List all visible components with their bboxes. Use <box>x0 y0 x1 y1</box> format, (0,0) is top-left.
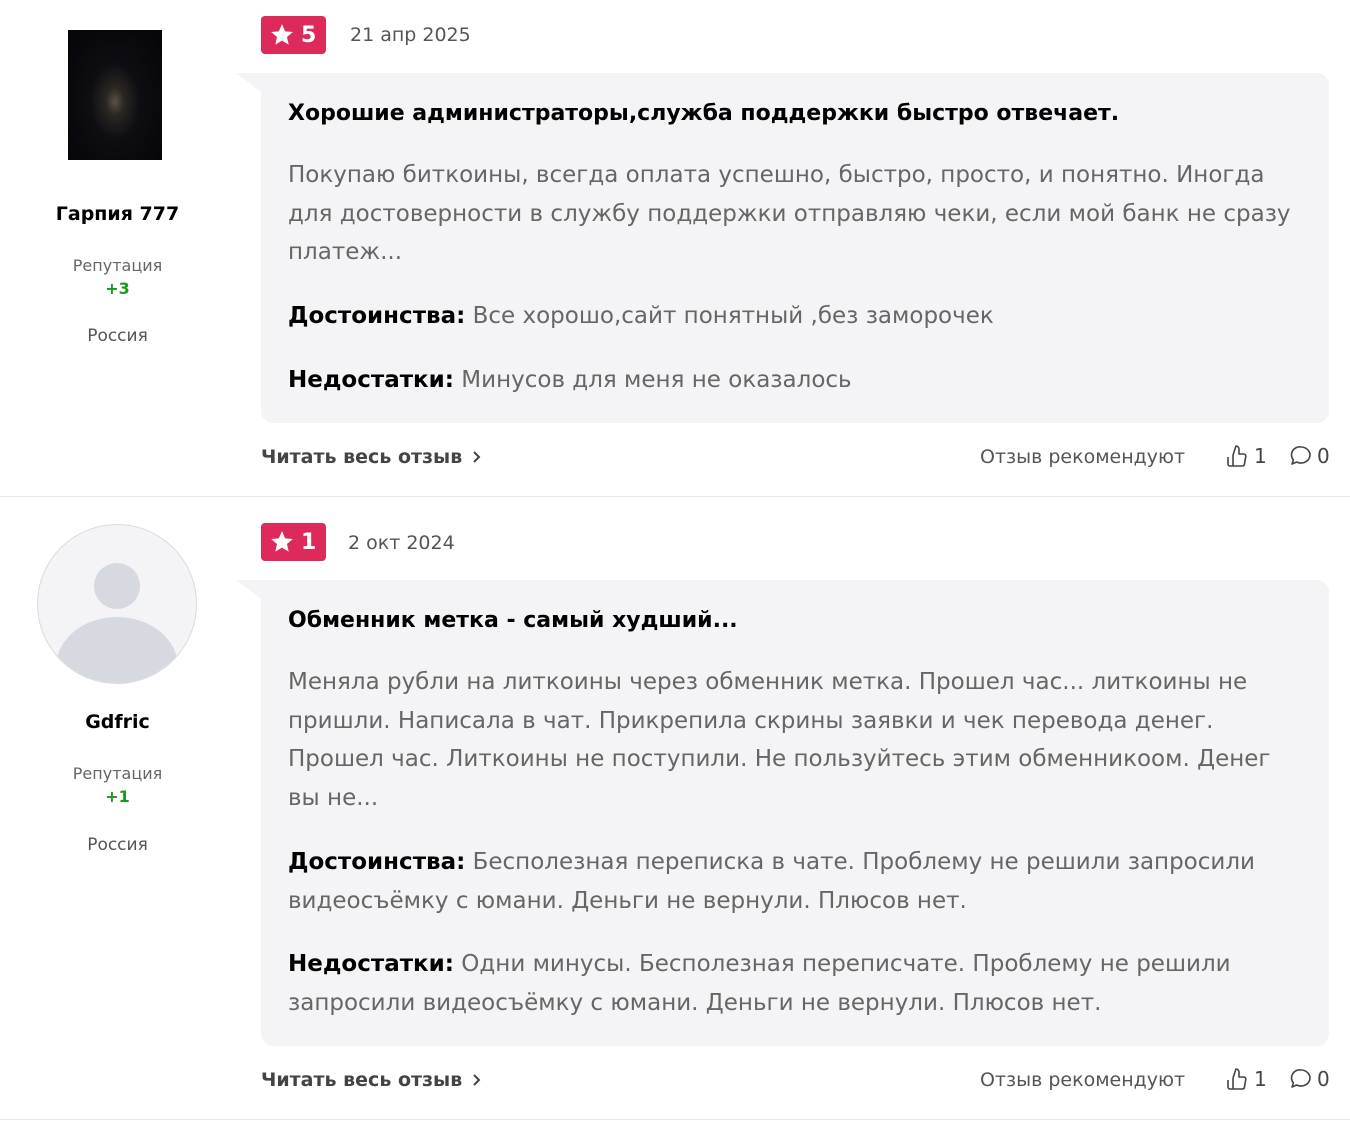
comments-button[interactable]: 0 <box>1289 1067 1330 1091</box>
likes-count: 1 <box>1254 1067 1267 1091</box>
review-title[interactable]: Хорошие администраторы,служба поддержки … <box>288 101 1309 126</box>
review-pros: Достоинства: Бесполезная переписка в чат… <box>288 843 1305 920</box>
avatar[interactable] <box>68 30 162 160</box>
comment-icon <box>1290 446 1311 465</box>
review-cons: Недостатки: Одни минусы. Бесполезная пер… <box>288 945 1305 1022</box>
pros-text: Все хорошо,сайт понятный ,без заморочек <box>472 303 994 329</box>
reputation-value: +1 <box>105 787 130 806</box>
reputation-value: +3 <box>105 279 130 298</box>
review-pros: Достоинства: Все хорошо,сайт понятный ,б… <box>288 297 1305 336</box>
comment-icon <box>1290 1069 1311 1088</box>
cons-text: Минусов для меня не оказалось <box>461 367 852 393</box>
review-cons: Недостатки: Минусов для меня не оказалос… <box>288 361 1305 400</box>
read-more-link[interactable]: Читать весь отзыв <box>261 446 482 468</box>
review-item: Гарпия 777 Репутация +3 Россия 5 21 апр … <box>0 0 1350 497</box>
review-title[interactable]: Обменник метка - самый худший... <box>288 608 1309 633</box>
author-country: Россия <box>87 326 148 346</box>
thumbs-up-icon <box>1227 445 1247 467</box>
review-item: Gdfric Репутация +1 Россия 1 2 окт 2024 … <box>0 497 1350 1120</box>
comments-button[interactable]: 0 <box>1289 444 1330 468</box>
comments-count: 0 <box>1317 1067 1330 1091</box>
cons-label: Недостатки: <box>288 367 454 393</box>
rating-value: 5 <box>301 22 317 48</box>
pros-label: Достоинства: <box>288 303 466 329</box>
thumbs-up-icon <box>1227 1068 1247 1090</box>
recommend-label: Отзыв рекомендуют <box>980 1069 1186 1091</box>
star-icon <box>271 531 293 552</box>
read-more-label: Читать весь отзыв <box>261 1069 463 1091</box>
default-avatar-icon[interactable] <box>37 524 197 684</box>
review-date: 21 апр 2025 <box>350 24 471 46</box>
chevron-right-icon <box>473 451 481 463</box>
author-name[interactable]: Gdfric <box>0 711 235 733</box>
author-name[interactable]: Гарпия 777 <box>0 203 235 225</box>
read-more-link[interactable]: Читать весь отзыв <box>261 1069 482 1091</box>
review-body: Меняла рубли на литкоины через обменник … <box>288 669 1271 811</box>
reputation-label: Репутация <box>72 764 163 783</box>
review-card[interactable]: Обменник метка - самый худший... Меняла … <box>261 580 1329 1046</box>
likes-count: 1 <box>1254 444 1267 468</box>
pros-label: Достоинства: <box>288 849 466 875</box>
chevron-right-icon <box>473 1074 481 1086</box>
author-country: Россия <box>87 835 148 855</box>
like-button[interactable]: 1 <box>1226 444 1267 468</box>
reputation-label: Репутация <box>72 256 163 275</box>
review-body: Покупаю биткоины, всегда оплата успешно,… <box>288 162 1291 265</box>
rating-value: 1 <box>301 529 317 555</box>
star-icon <box>271 24 293 45</box>
review-date: 2 окт 2024 <box>348 532 455 554</box>
rating-badge: 5 <box>261 16 327 54</box>
recommend-label: Отзыв рекомендуют <box>980 446 1186 468</box>
review-card[interactable]: Хорошие администраторы,служба поддержки … <box>261 73 1329 423</box>
read-more-label: Читать весь отзыв <box>261 446 463 468</box>
comments-count: 0 <box>1317 444 1330 468</box>
cons-label: Недостатки: <box>288 951 454 977</box>
rating-badge: 1 <box>261 523 327 561</box>
like-button[interactable]: 1 <box>1226 1067 1267 1091</box>
